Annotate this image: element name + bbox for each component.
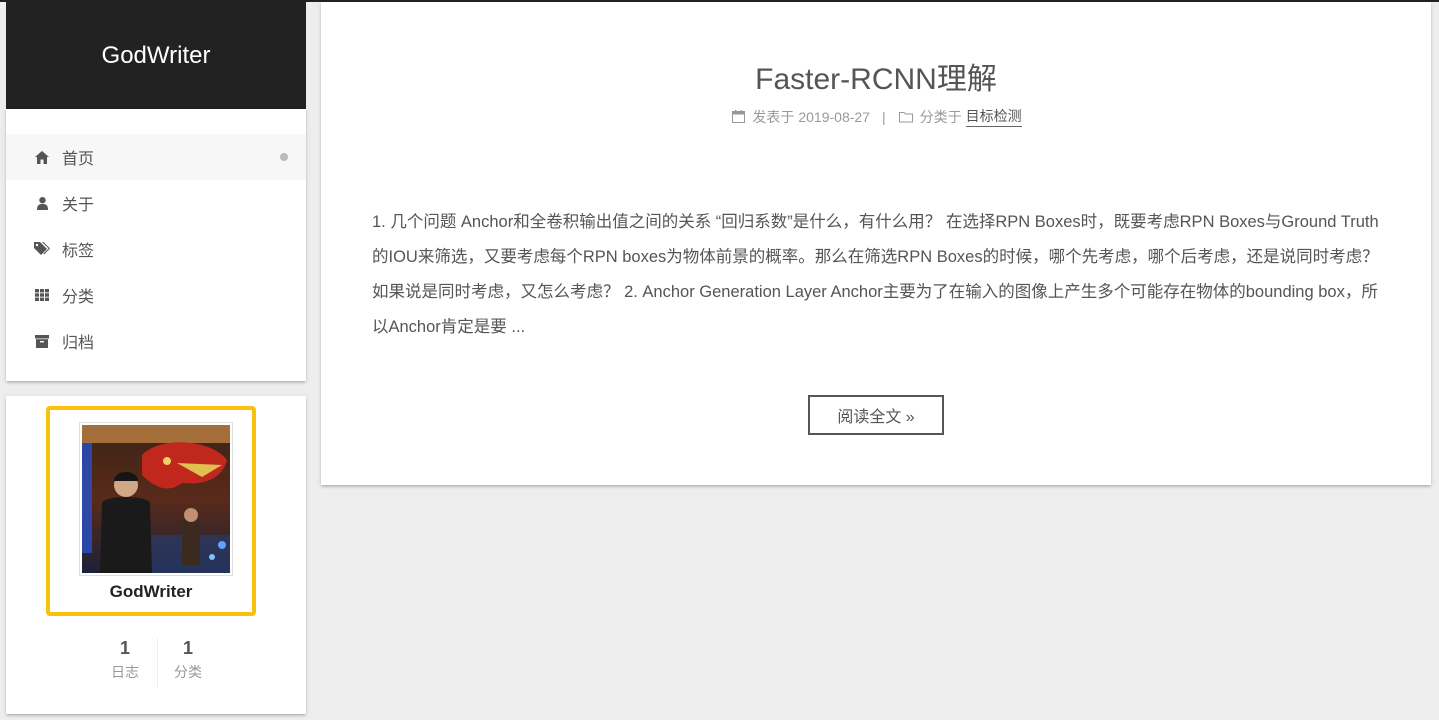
grid-icon [34,287,50,303]
active-indicator-dot [280,153,288,161]
author-overview: GodWriter 1 日志 1 分类 [6,396,306,714]
post-meta: 发表于 2019-08-27 | 分类于 目标检测 [321,106,1431,127]
post-excerpt: 1. 几个问题 Anchor和全卷积输出值之间的关系 “回归系数”是什么，有什么… [372,213,1379,336]
site-brand-header: GodWriter [6,2,306,109]
stat-categories[interactable]: 1 分类 [157,636,219,684]
site-stats: 1 日志 1 分类 [6,636,306,690]
category-link[interactable]: 目标检测 [965,106,1022,127]
tags-icon [34,241,50,257]
site-title[interactable]: GodWriter [102,42,211,70]
avatar [79,422,233,576]
post-date: 2019-08-27 [798,108,870,125]
home-icon [34,149,50,165]
menu-item-about[interactable]: 关于 [6,180,306,226]
read-more-button[interactable]: 阅读全文 » [808,395,944,435]
stat-label: 分类 [174,664,202,680]
menu-item-label: 首页 [62,151,95,168]
sidebar-menu: 首页 关于 标签 分类 归档 [6,109,306,381]
menu-item-home[interactable]: 首页 [6,134,306,180]
author-name[interactable]: GodWriter [50,582,252,602]
menu-item-categories[interactable]: 分类 [6,272,306,318]
category-label: 分类于 [919,108,962,125]
menu-item-label: 归档 [62,335,95,352]
menu-item-label: 分类 [62,289,95,306]
post-title[interactable]: Faster-RCNN理解 [321,54,1431,98]
folder-icon [898,110,914,124]
stat-count: 1 [119,638,130,658]
author-highlight-frame: GodWriter [46,406,256,616]
menu-item-tags[interactable]: 标签 [6,226,306,272]
calendar-icon [730,110,746,124]
stat-posts[interactable]: 1 日志 [94,636,156,684]
post-card: Faster-RCNN理解 发表于 2019-08-27 | 分类于 目标检测 … [321,2,1431,485]
menu-item-archives[interactable]: 归档 [6,318,306,364]
menu-item-label: 关于 [62,197,95,214]
stat-label: 日志 [111,664,139,680]
archive-icon [34,333,50,349]
meta-separator: | [881,108,886,125]
menu-item-label: 标签 [62,243,95,260]
stat-count: 1 [182,638,193,658]
user-icon [34,195,50,211]
posted-label: 发表于 [752,108,795,125]
